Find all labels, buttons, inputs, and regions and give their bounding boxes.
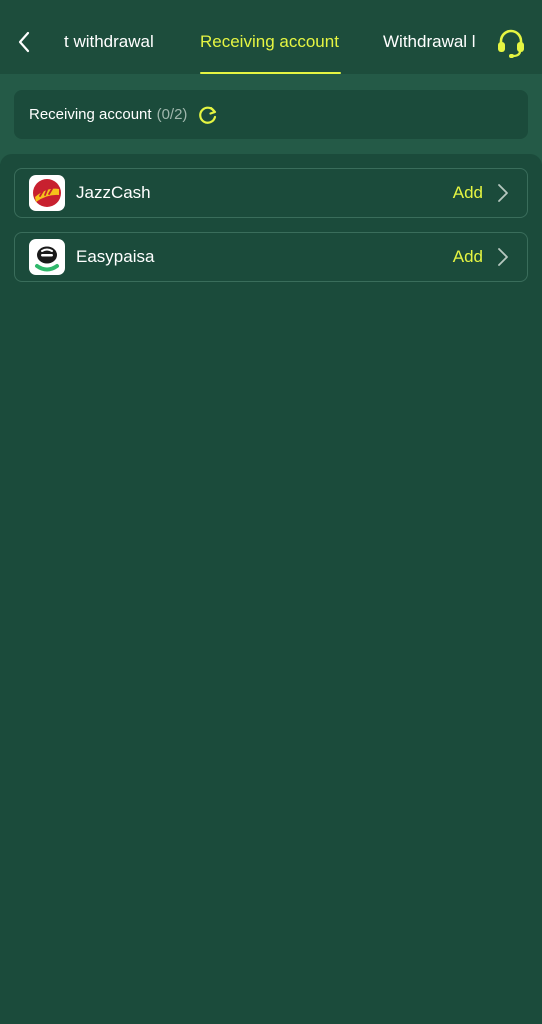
account-row-easypaisa[interactable]: Easypaisa Add	[14, 232, 528, 282]
support-button[interactable]	[494, 26, 528, 60]
top-bar: t withdrawal Receiving account Withdrawa…	[0, 0, 542, 74]
account-row-jazzcash[interactable]: JazzCash Add	[14, 168, 528, 218]
tab-bar: t withdrawal Receiving account Withdrawa…	[44, 0, 488, 74]
account-name: JazzCash	[76, 183, 151, 202]
account-list-panel: JazzCash Add Easypaisa Add	[0, 154, 542, 1024]
receiving-account-summary: Receiving account (0/2)	[14, 90, 528, 139]
add-account-button[interactable]: Add	[453, 183, 483, 203]
easypaisa-logo	[29, 239, 65, 275]
refresh-icon	[199, 106, 217, 124]
chevron-left-icon	[18, 31, 30, 53]
tab-receiving-account[interactable]: Receiving account	[200, 0, 339, 74]
tab-withdrawal-log[interactable]: Withdrawal l	[383, 0, 476, 74]
chevron-right-icon	[493, 181, 513, 205]
back-button[interactable]	[10, 27, 38, 57]
account-name: Easypaisa	[76, 247, 155, 266]
jazzcash-logo	[29, 175, 65, 211]
chevron-right-icon	[493, 245, 513, 269]
add-account-button[interactable]: Add	[453, 247, 483, 267]
headset-icon	[498, 29, 524, 58]
summary-title: Receiving account	[29, 106, 152, 123]
refresh-button[interactable]	[197, 104, 219, 126]
summary-count: (0/2)	[156, 106, 188, 123]
tab-withdrawal[interactable]: t withdrawal	[64, 0, 154, 74]
